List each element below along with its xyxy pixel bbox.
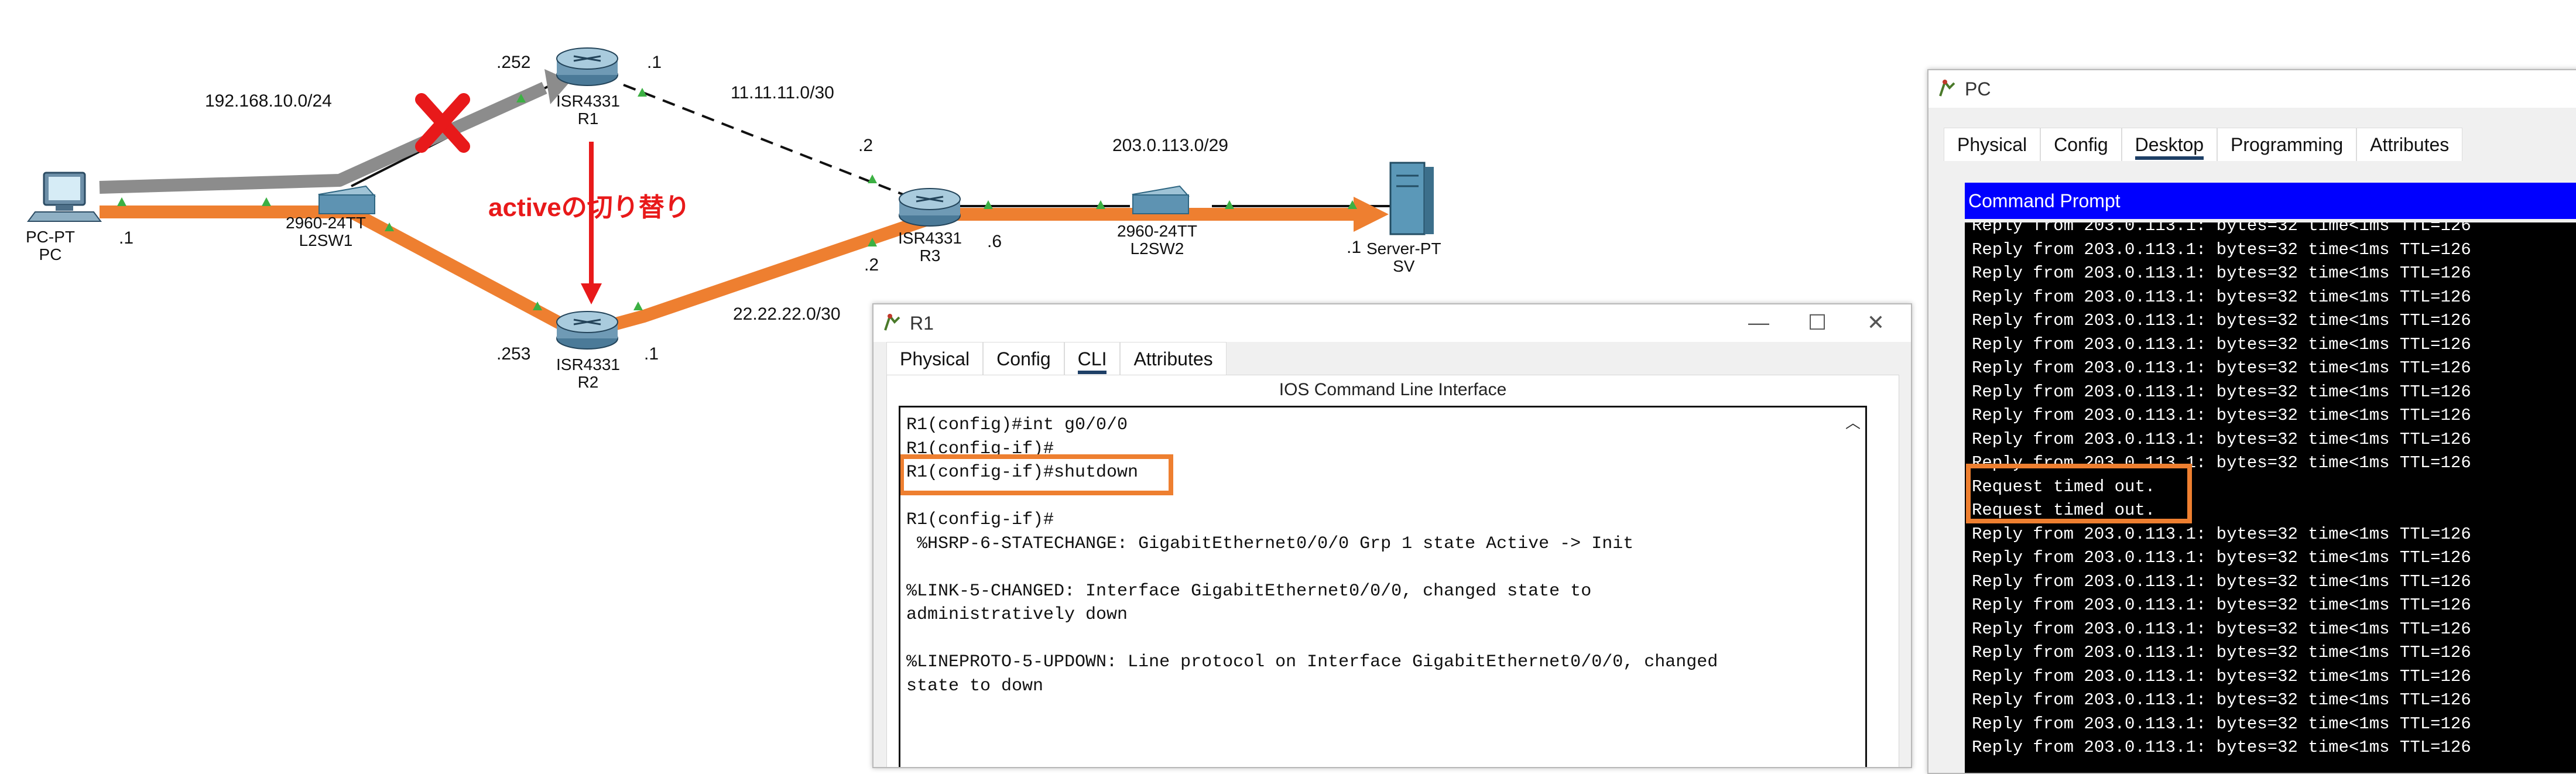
cli-line: R1(config)#int g0/0/0 <box>906 415 1128 435</box>
close-icon[interactable]: ✕ <box>1858 309 1893 336</box>
command-prompt-title: Command Prompt <box>1965 183 2576 219</box>
device-label-sv: Server-PT SV <box>1366 239 1441 275</box>
active-path-arrowhead <box>1354 197 1389 232</box>
subnet-label-lan: 192.168.10.0/24 <box>205 91 332 111</box>
iface-label-r1-right: .1 <box>647 53 662 72</box>
iface-label-r3-top: .2 <box>858 136 873 155</box>
tab-physical[interactable]: Physical <box>1944 128 2041 161</box>
pc-icon <box>27 172 102 222</box>
packet-tracer-icon <box>1939 79 1955 97</box>
router-icon-r2 <box>556 311 618 350</box>
r1-titlebar[interactable]: R1 — ☐ ✕ <box>873 304 1911 342</box>
cli-line: %LINK-5-CHANGED: Interface GigabitEthern… <box>906 581 1592 601</box>
device-label-r2: ISR4331 R2 <box>556 355 620 391</box>
maximize-icon[interactable]: ☐ <box>1800 309 1835 336</box>
cli-terminal[interactable]: R1(config)#int g0/0/0 R1(config-if)# R1(co… <box>899 406 1867 767</box>
cli-panel: IOS Command Line Interface R1(config)#in… <box>886 375 1899 767</box>
iface-label-pc: .1 <box>119 228 134 248</box>
tab-desktop[interactable]: Desktop <box>2121 128 2218 161</box>
ping-line: Reply from 203.0.113.1: bytes=32 time<1m… <box>1972 382 2471 402</box>
tab-attributes[interactable]: Attributes <box>2356 128 2463 161</box>
ping-line: Reply from 203.0.113.1: bytes=32 time<1m… <box>1972 287 2471 307</box>
packet-tracer-icon <box>884 313 900 331</box>
iface-label-r3-right: .6 <box>987 232 1002 251</box>
cli-line: %LINEPROTO-5-UPDOWN: Line protocol on In… <box>906 652 1718 672</box>
switch-icon-l2sw1 <box>318 185 376 214</box>
ping-line: Reply from 203.0.113.1: bytes=32 time<1m… <box>1972 738 2471 757</box>
cli-caption: IOS Command Line Interface <box>1279 380 1507 399</box>
command-prompt-terminal[interactable]: Reply from 203.0.113.1: bytes=32 time<1m… <box>1965 222 2576 773</box>
device-label-r1: ISR4331 R1 <box>556 92 620 128</box>
ping-line: Reply from 203.0.113.1: bytes=32 time<1m… <box>1972 595 2471 615</box>
ping-line: Reply from 203.0.113.1: bytes=32 time<1m… <box>1972 429 2471 449</box>
device-label-l2sw2: 2960-24TT L2SW2 <box>1117 222 1197 258</box>
iface-label-r2-right: .1 <box>644 344 659 364</box>
cli-line: state to down <box>906 676 1044 696</box>
ping-line: Reply from 203.0.113.1: bytes=32 time<1m… <box>1972 714 2471 734</box>
ping-line: Reply from 203.0.113.1: bytes=32 time<1m… <box>1972 619 2471 639</box>
iface-label-r3-bottom: .2 <box>864 255 879 275</box>
r1-tabs: Physical Config CLI Attributes <box>886 342 1227 375</box>
ping-line: Reply from 203.0.113.1: bytes=32 time<1m… <box>1972 222 2471 235</box>
tab-physical[interactable]: Physical <box>886 342 984 375</box>
iface-label-r1-left: .252 <box>496 53 531 72</box>
router-icon-r1 <box>556 47 618 86</box>
ping-line: Reply from 203.0.113.1: bytes=32 time<1m… <box>1972 571 2471 591</box>
pc-titlebar[interactable]: PC <box>1928 70 2576 108</box>
tab-cli[interactable]: CLI <box>1064 342 1121 375</box>
ping-line: Reply from 203.0.113.1: bytes=32 time<1m… <box>1972 406 2471 425</box>
tab-config[interactable]: Config <box>983 342 1064 375</box>
ping-line: Reply from 203.0.113.1: bytes=32 time<1m… <box>1972 263 2471 283</box>
tab-config[interactable]: Config <box>2040 128 2122 161</box>
ping-line: Reply from 203.0.113.1: bytes=32 time<1m… <box>1972 334 2471 354</box>
device-label-pc: PC-PT PC <box>26 228 75 263</box>
iface-label-sv: .1 <box>1347 238 1362 257</box>
router-icon-r3 <box>899 188 961 227</box>
tab-attributes[interactable]: Attributes <box>1120 342 1227 375</box>
ping-line: Reply from 203.0.113.1: bytes=32 time<1m… <box>1972 690 2471 710</box>
iface-label-r2-left: .253 <box>496 344 531 364</box>
failover-arrowhead <box>581 283 602 304</box>
subnet-label-r2-r3: 22.22.22.0/30 <box>733 304 841 324</box>
subnet-label-r1-r3: 11.11.11.0/30 <box>731 83 834 102</box>
ping-line: Reply from 203.0.113.1: bytes=32 time<1m… <box>1972 524 2471 544</box>
failover-label: activeの切り替り <box>488 193 690 222</box>
cli-line: R1(config-if)# <box>906 510 1054 530</box>
ping-line: Reply from 203.0.113.1: bytes=32 time<1m… <box>1972 666 2471 686</box>
ping-line: Reply from 203.0.113.1: bytes=32 time<1m… <box>1972 548 2471 567</box>
ping-line: Reply from 203.0.113.1: bytes=32 time<1m… <box>1972 643 2471 662</box>
switch-icon-l2sw2 <box>1132 185 1190 214</box>
minimize-icon[interactable]: — <box>1741 309 1776 336</box>
device-label-l2sw1: 2960-24TT L2SW1 <box>286 214 366 249</box>
ping-line: Reply from 203.0.113.1: bytes=32 time<1m… <box>1972 358 2471 378</box>
server-icon <box>1389 162 1434 235</box>
tab-programming[interactable]: Programming <box>2217 128 2357 161</box>
ping-line: Reply from 203.0.113.1: bytes=32 time<1m… <box>1972 311 2471 330</box>
pc-tabs: Physical Config Desktop Programming Attr… <box>1944 128 2463 161</box>
pc-window: PC Physical Config Desktop Programming A… <box>1927 69 2576 774</box>
device-label-r3: ISR4331 R3 <box>898 229 962 265</box>
cli-line <box>906 627 1718 651</box>
scroll-up-icon[interactable]: ︿ <box>1845 411 1861 433</box>
pc-window-title: PC <box>1965 78 1991 100</box>
cli-line: %HSRP-6-STATECHANGE: GigabitEthernet0/0/… <box>906 533 1634 554</box>
cli-line: administratively down <box>906 605 1128 625</box>
r1-window-title: R1 <box>910 313 934 334</box>
ping-line: Reply from 203.0.113.1: bytes=32 time<1m… <box>1972 239 2471 259</box>
shutdown-highlight <box>900 454 1173 495</box>
subnet-label-wan: 203.0.113.0/29 <box>1112 136 1228 155</box>
r1-window: R1 — ☐ ✕ Physical Config CLI Attributes … <box>872 303 1912 768</box>
timeout-highlight <box>1966 464 2192 523</box>
cli-line <box>906 556 1718 580</box>
